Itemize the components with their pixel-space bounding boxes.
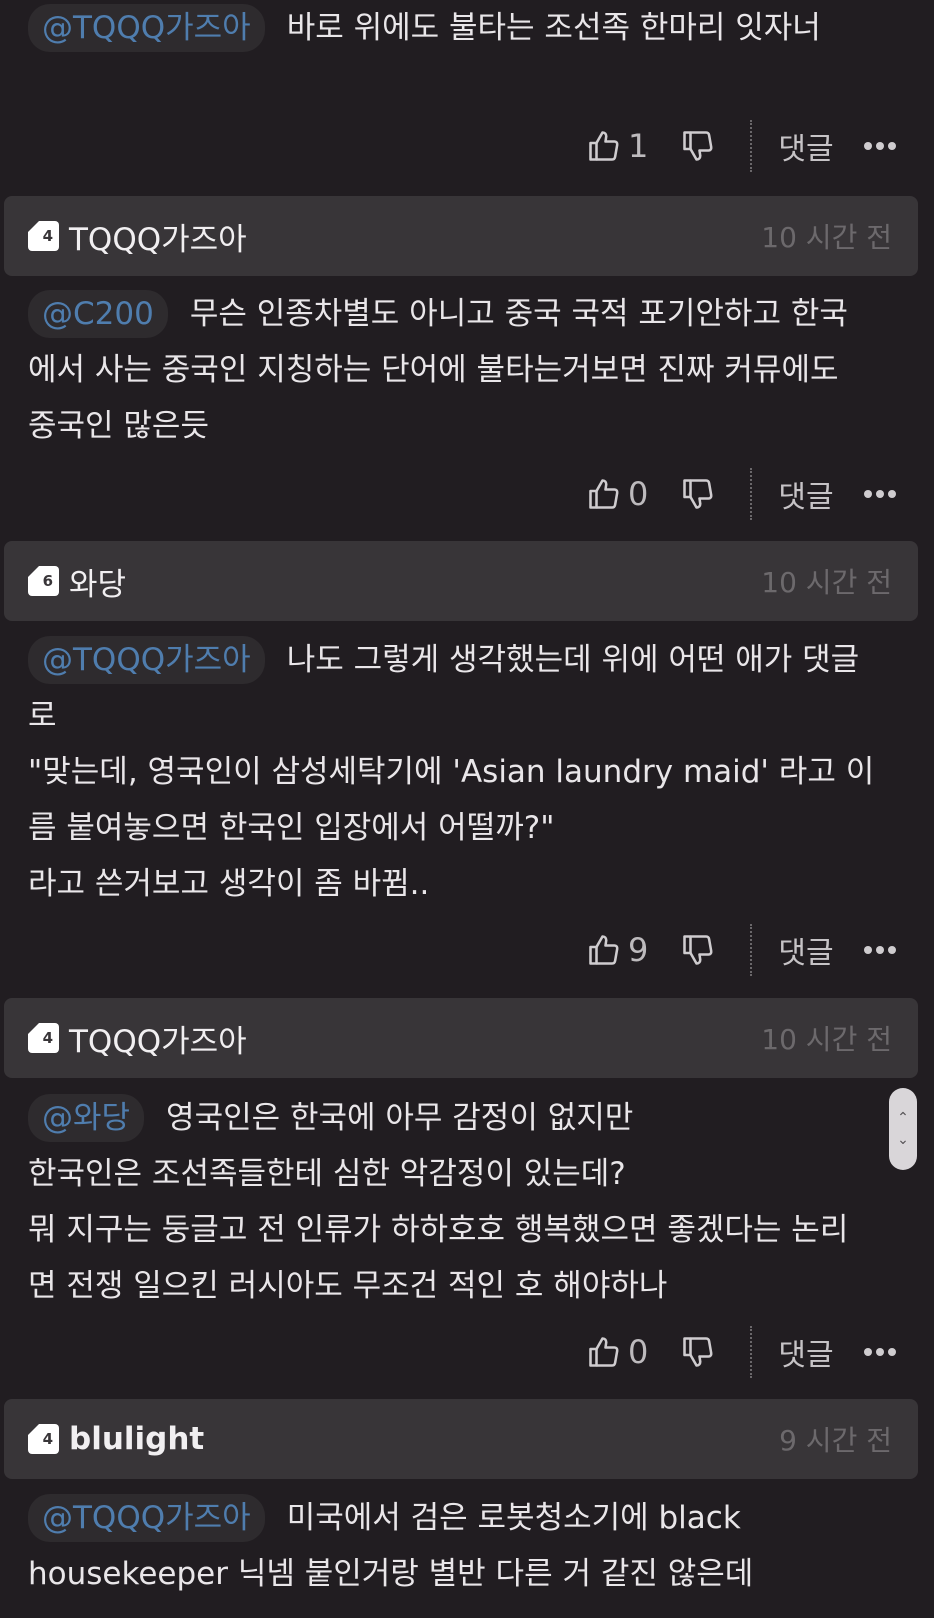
- thumbs-up-icon: [589, 479, 619, 509]
- comment-actions: 0 댓글: [586, 1322, 896, 1382]
- like-count: 0: [628, 1333, 649, 1371]
- comment-header: 4 TQQQ가즈아 10 시간 전: [4, 998, 918, 1078]
- mention-tag[interactable]: @TQQQ가즈아: [28, 636, 265, 684]
- comment-body: @TQQQ가즈아 바로 위에도 불타는 조선족 한마리 잇자너: [28, 0, 908, 56]
- comment-text-line: "맞는데, 영국인이 삼성세탁기에 'Asian laundry maid' 라…: [28, 754, 875, 790]
- reply-button[interactable]: 댓글: [778, 928, 833, 972]
- username[interactable]: blulight: [69, 1421, 779, 1457]
- mention-tag[interactable]: @TQQQ가즈아: [28, 4, 265, 52]
- thumbs-down-icon: [683, 1337, 713, 1367]
- thumbs-down-icon: [683, 131, 713, 161]
- thumbs-down-icon: [683, 479, 713, 509]
- action-divider: [750, 120, 753, 172]
- thumbs-up-icon: [589, 131, 619, 161]
- comment-actions: 9 댓글: [586, 920, 896, 980]
- mention-tag[interactable]: @와당: [28, 1094, 145, 1142]
- thumbs-up-icon: [589, 1337, 619, 1367]
- action-divider: [750, 924, 753, 976]
- level-badge-icon: 4: [28, 1023, 59, 1053]
- comment-text-line: 한국인은 조선족들한테 심한 악감정이 있는데?: [28, 1156, 626, 1192]
- comment-text-line: 나도 그렇게 생각했는데 위에 어떤 애가 댓글: [286, 642, 860, 678]
- mention-tag[interactable]: @C200: [28, 290, 168, 338]
- more-dots-icon[interactable]: [863, 946, 896, 954]
- like-count: 1: [628, 127, 649, 165]
- reply-button[interactable]: 댓글: [778, 124, 833, 168]
- like-button[interactable]: 9: [586, 931, 648, 969]
- comment-body: @TQQQ가즈아 미국에서 검은 로봇청소기에 black housekeeper…: [28, 1490, 908, 1602]
- level-badge-icon: 4: [28, 221, 59, 251]
- action-divider: [750, 1326, 753, 1378]
- comment-text-line: 로: [28, 698, 57, 734]
- reply-button[interactable]: 댓글: [778, 472, 833, 516]
- comment-time: 10 시간 전: [761, 566, 892, 599]
- comment-text-line: 름 붙여놓으면 한국인 입장에서 어떨까?": [28, 810, 555, 846]
- comment-text-line: 바로 위에도 불타는 조선족 한마리 잇자너: [286, 10, 821, 46]
- comment-header: 6 와당 10 시간 전: [4, 541, 918, 621]
- dislike-button[interactable]: [680, 932, 716, 968]
- comment-body: @와당 영국인은 한국에 아무 감정이 없지만 한국인은 조선족들한테 심한 악감…: [28, 1090, 908, 1314]
- comment-text-line: 뭐 지구는 둥글고 전 인류가 하하호호 행복했으면 좋겠다는 논리: [28, 1212, 849, 1248]
- dislike-button[interactable]: [680, 128, 716, 164]
- username[interactable]: 와당: [69, 559, 761, 604]
- thumbs-up-icon: [589, 935, 619, 965]
- action-divider: [750, 468, 753, 520]
- like-button[interactable]: 0: [586, 475, 648, 513]
- comment-header: 4 TQQQ가즈아 10 시간 전: [4, 196, 918, 276]
- comment-time: 10 시간 전: [761, 221, 892, 254]
- comment-text-line: 미국에서 검은 로봇청소기에 black: [286, 1500, 741, 1536]
- comment-text-line: housekeeper 닉넴 붙인거랑 별반 다른 거 같진 않은데: [28, 1556, 754, 1592]
- scroll-up-down-icon[interactable]: ⌃ ⌄: [889, 1088, 917, 1170]
- like-button[interactable]: 0: [586, 1333, 648, 1371]
- like-count: 0: [628, 475, 649, 513]
- username[interactable]: TQQQ가즈아: [69, 214, 761, 259]
- comment-time: 9 시간 전: [779, 1424, 892, 1457]
- comment-text-line: 라고 쓴거보고 생각이 좀 바뀜..: [28, 866, 430, 902]
- comment-text-line: 영국인은 한국에 아무 감정이 없지만: [166, 1100, 634, 1136]
- dislike-button[interactable]: [680, 476, 716, 512]
- comment-text-line: 면 전쟁 일으킨 러시아도 무조건 적인 호 해야하나: [28, 1268, 668, 1304]
- more-dots-icon[interactable]: [863, 142, 896, 150]
- more-dots-icon[interactable]: [863, 1348, 896, 1356]
- comment-text-line: 무슨 인종차별도 아니고 중국 국적 포기안하고 한국: [189, 296, 848, 332]
- comment-actions: 1 댓글: [586, 116, 896, 176]
- level-badge-icon: 4: [28, 1424, 59, 1454]
- username[interactable]: TQQQ가즈아: [69, 1016, 761, 1061]
- comment-time: 10 시간 전: [761, 1023, 892, 1056]
- comment-actions: 0 댓글: [586, 464, 896, 524]
- comment-body: @C200 무슨 인종차별도 아니고 중국 국적 포기안하고 한국 에서 사는 중…: [28, 286, 908, 454]
- more-dots-icon[interactable]: [863, 490, 896, 498]
- comment-text-line: 에서 사는 중국인 지칭하는 단어에 불타는거보면 진짜 커뮤에도: [28, 352, 839, 388]
- like-button[interactable]: 1: [586, 127, 648, 165]
- comment-body: @TQQQ가즈아 나도 그렇게 생각했는데 위에 어떤 애가 댓글 로 "맞는데,…: [28, 632, 908, 912]
- dislike-button[interactable]: [680, 1334, 716, 1370]
- mention-tag[interactable]: @TQQQ가즈아: [28, 1494, 265, 1542]
- thumbs-down-icon: [683, 935, 713, 965]
- level-badge-icon: 6: [28, 566, 59, 596]
- like-count: 9: [628, 931, 649, 969]
- comment-header: 4 blulight 9 시간 전: [4, 1399, 918, 1479]
- reply-button[interactable]: 댓글: [778, 1330, 833, 1374]
- comment-text-line: 중국인 많은듯: [28, 408, 209, 444]
